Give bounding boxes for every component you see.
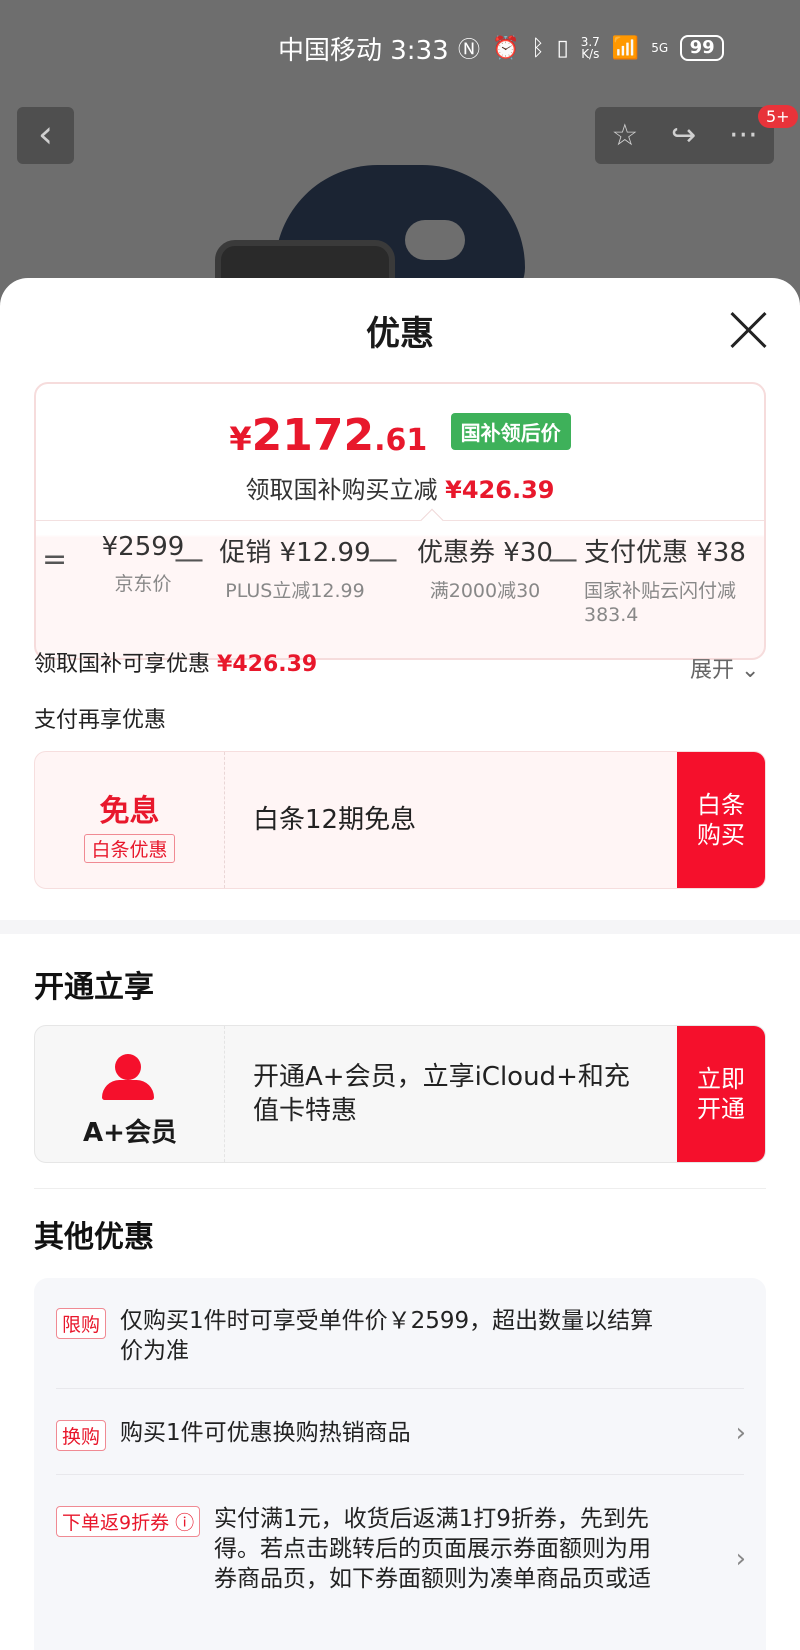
signal-label: 5G <box>651 41 669 55</box>
expand-toggle[interactable]: 展开 ⌄ <box>690 652 759 684</box>
baitiao-promo-card[interactable]: 免息 白条优惠 白条12期免息 白条 购买 <box>34 751 766 889</box>
sheet-title: 优惠 <box>366 314 434 354</box>
bluetooth-icon: ᛒ <box>531 35 545 61</box>
final-price: ¥2172.61 国补领后价 <box>36 410 764 461</box>
baitiao-title: 免息 <box>99 794 160 829</box>
exchange-tag: 换购 <box>56 1420 107 1451</box>
breakdown-item-promo: 促销 ¥12.99 PLUS立减12.99 <box>219 538 371 602</box>
guobu-price-tag: 国补领后价 <box>450 413 571 450</box>
top-actions: ☆ ↪ ··· <box>595 107 774 164</box>
battery-icon: 99 <box>680 35 725 61</box>
guobu-savings-line: 领取国补购买立减 ¥426.39 <box>245 476 555 504</box>
other-discounts-list: 限购 仅购买1件时可享受单件价￥2599，超出数量以结算 价为准 换购 购买1件… <box>34 1278 766 1650</box>
alarm-icon: ⏰ <box>492 35 520 61</box>
favorite-star-icon[interactable]: ☆ <box>611 118 638 153</box>
membership-name: A+会员 <box>83 1118 177 1148</box>
chevron-right-icon: › <box>735 1418 746 1448</box>
message-badge: 5+ <box>758 105 798 128</box>
open-membership-button[interactable]: 立即 开通 <box>677 1026 765 1162</box>
status-icons: Ⓝ ⏰ ᛒ ▯ 3.7 K/s 📶 5G 99 <box>458 32 725 64</box>
membership-section-title: 开通立享 <box>34 970 154 1005</box>
wifi-icon: 📶 <box>611 35 640 61</box>
vibrate-icon: ▯ <box>556 35 569 61</box>
equals-operator: = <box>42 542 68 577</box>
price-card: ¥2172.61 国补领后价 领取国补购买立减 ¥426.39 = ¥2599 … <box>34 382 766 660</box>
other-section-title: 其他优惠 <box>34 1220 154 1255</box>
limit-tag: 限购 <box>56 1308 107 1339</box>
breakdown-item-payment: 支付优惠 ¥38 国家补贴云闪付减 383.4 <box>584 538 746 626</box>
chevron-right-icon: › <box>735 1544 746 1574</box>
pay-section-title: 支付再享优惠 <box>34 708 167 733</box>
list-item[interactable]: 下单返9折券 ⓘ 实付满1元，收货后返满1打9折券，先到先 得。若点击跳转后的页… <box>56 1504 746 1604</box>
baitiao-buy-button[interactable]: 白条 购买 <box>677 752 765 888</box>
close-icon[interactable] <box>728 310 768 350</box>
more-icon[interactable]: ··· <box>729 118 758 153</box>
minus-operator: — <box>174 542 204 577</box>
discount-sheet: 优惠 ¥2172.61 国补领后价 领取国补购买立减 ¥426.39 = ¥25… <box>0 278 800 1650</box>
list-item[interactable]: 换购 购买1件可优惠换购热销商品 › <box>56 1418 746 1452</box>
guobu-total: 领取国补可享优惠 ¥426.39 <box>34 652 318 677</box>
membership-promo-card[interactable]: A+会员 开通A+会员，立享iCloud+和充 值卡特惠 立即 开通 <box>34 1025 766 1163</box>
price-breakdown[interactable]: = ¥2599 京东价 — 促销 ¥12.99 PLUS立减12.99 — 优惠… <box>36 532 764 652</box>
back-button[interactable]: ‹ <box>17 107 74 164</box>
minus-operator: — <box>548 542 578 577</box>
baitiao-desc: 白条12期免息 <box>253 805 417 835</box>
list-item: 限购 仅购买1件时可享受单件价￥2599，超出数量以结算 价为准 <box>56 1306 746 1366</box>
breakdown-item-coupon: 优惠券 ¥30 满2000减30 <box>417 538 553 602</box>
baitiao-tag: 白条优惠 <box>84 834 175 863</box>
membership-desc: 开通A+会员，立享iCloud+和充 值卡特惠 <box>253 1062 630 1126</box>
member-avatar-icon <box>102 1054 154 1102</box>
rebate-coupon-tag: 下单返9折券 ⓘ <box>56 1506 201 1537</box>
minus-operator: — <box>368 542 398 577</box>
net-speed: 3.7 K/s <box>580 35 600 61</box>
chevron-down-icon: ⌄ <box>741 658 760 683</box>
share-icon[interactable]: ↪ <box>671 118 696 153</box>
nfc-icon: Ⓝ <box>458 38 481 63</box>
status-bar: 中国移动 3:33 Ⓝ ⏰ ᛒ ▯ 3.7 K/s 📶 5G 99 <box>0 28 800 68</box>
carrier-time: 中国移动 3:33 <box>278 36 449 66</box>
